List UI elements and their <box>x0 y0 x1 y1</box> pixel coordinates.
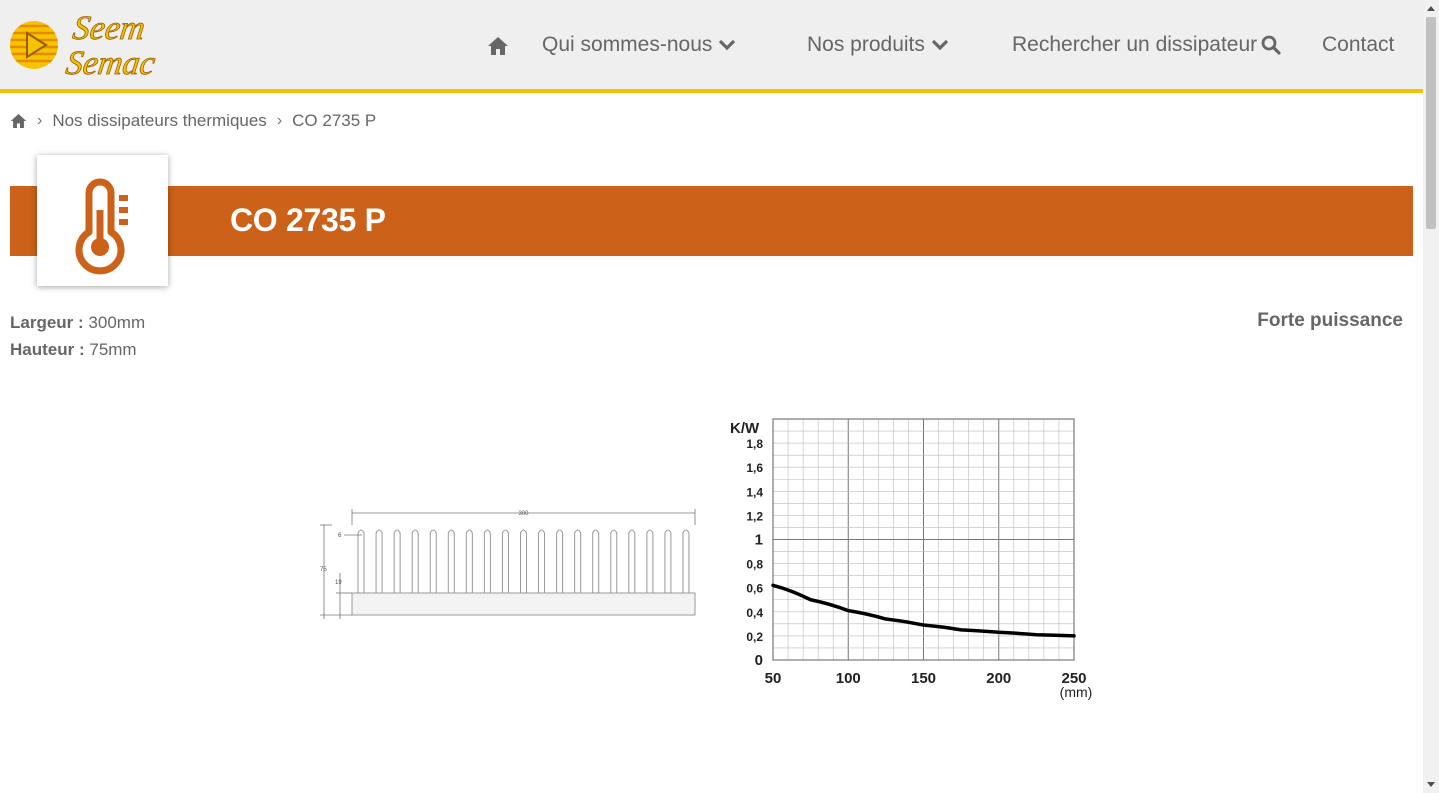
x-tick-label: 50 <box>765 670 782 687</box>
heatsink-fin <box>447 529 455 593</box>
heatsink-base <box>351 592 696 616</box>
spec-hauteur: Hauteur : 75mm <box>10 336 145 363</box>
thermal-resistance-chart: 00,20,40,60,811,21,41,61,850 100 150 200 250… <box>730 418 1093 700</box>
y-tick-label: 1,4 <box>746 485 763 499</box>
heatsink-fin <box>465 529 473 593</box>
logo-line1: Seem <box>71 10 148 47</box>
heatsink-fin <box>501 529 509 593</box>
y-tick-label: 0,6 <box>746 582 763 596</box>
home-icon[interactable] <box>10 113 27 129</box>
heatsink-fin <box>411 529 419 593</box>
product-icon-box <box>37 155 168 286</box>
y-tick-label: 0 <box>755 652 763 669</box>
scroll-up-arrow-icon[interactable] <box>1427 6 1435 11</box>
heatsink-fin <box>682 529 690 593</box>
dimension-label-height: 75 <box>320 567 327 573</box>
product-specs: Largeur : 300mm Hauteur : 75mm <box>10 309 145 363</box>
scroll-down-arrow-icon[interactable] <box>1427 782 1435 787</box>
nav-home[interactable] <box>487 36 509 56</box>
chevron-down-icon <box>931 39 949 51</box>
heatsink-fin <box>357 529 365 593</box>
spec-largeur: Largeur : 300mm <box>10 309 145 336</box>
product-category: Forte puissance <box>1257 310 1403 331</box>
y-tick-label: 1,8 <box>746 437 763 451</box>
scroll-thumb[interactable] <box>1426 17 1436 229</box>
y-tick-label: 0,8 <box>746 558 763 572</box>
chevron-down-icon <box>719 39 736 51</box>
spec-value: 300mm <box>88 313 146 332</box>
spec-label: Largeur : <box>10 313 84 332</box>
heatsink-fin <box>610 529 618 593</box>
heatsink-fin <box>375 529 383 593</box>
breadcrumb: › Nos dissipateurs thermiques › CO 2735 … <box>10 111 376 131</box>
page-title: CO 2735 P <box>230 202 386 238</box>
breadcrumb-link-dissipateurs[interactable]: Nos dissipateurs thermiques <box>52 111 266 131</box>
y-tick-label: 1,2 <box>746 509 763 523</box>
heatsink-fin <box>393 529 401 593</box>
heatsink-profile-drawing: 300 75 19 6 <box>320 509 696 619</box>
heatsink-fin <box>646 529 654 593</box>
x-tick-label: 150 <box>911 670 936 687</box>
spec-value: 75mm <box>89 340 137 359</box>
nav-contact-label: Contact <box>1322 33 1395 56</box>
x-axis-label: (mm) <box>1060 684 1093 700</box>
heatsink-fin <box>429 529 437 593</box>
heatsink-fin <box>556 529 564 593</box>
dimension-label-base: 19 <box>335 580 342 586</box>
nav-qui-sommes-nous[interactable]: Qui sommes-nous <box>542 33 736 57</box>
nav-rechercher[interactable]: Rechercher un dissipateur <box>1012 33 1281 57</box>
nav-produits-label: Nos produits <box>807 33 925 56</box>
thermometer-icon <box>75 178 128 275</box>
search-icon <box>1261 35 1281 55</box>
heatsink-fin <box>628 529 636 593</box>
y-tick-label: 0,2 <box>746 630 763 644</box>
spec-label: Hauteur : <box>10 340 85 359</box>
product-title-bar: CO 2735 P <box>10 186 1413 256</box>
breadcrumb-current: CO 2735 P <box>292 111 377 130</box>
breadcrumb-separator: › <box>276 112 283 129</box>
dimension-label-gap: 6 <box>338 533 342 539</box>
heatsink-fin <box>574 529 582 593</box>
logo-line2: Semac <box>64 45 158 80</box>
y-tick-label: 1,6 <box>746 461 763 475</box>
page-scrollbar[interactable] <box>1423 0 1439 793</box>
site-logo[interactable]: Seem Semac <box>8 8 168 80</box>
heatsink-fin <box>483 529 491 593</box>
x-tick-label: 100 <box>836 670 861 687</box>
heatsink-fin <box>520 529 527 593</box>
nav-rechercher-label: Rechercher un dissipateur <box>1012 33 1258 56</box>
x-tick-label: 200 <box>986 670 1011 687</box>
nav-contact[interactable]: Contact <box>1322 33 1394 57</box>
heatsink-fin <box>592 529 600 593</box>
nav-qui-label: Qui sommes-nous <box>542 33 713 56</box>
breadcrumb-separator: › <box>37 112 43 129</box>
heatsink-fin <box>664 529 672 593</box>
home-icon <box>488 37 508 55</box>
dimension-label-width: 300 <box>518 511 529 517</box>
site-header: Seem Semac Qui sommes-nous Nos produits … <box>0 0 1423 93</box>
nav-nos-produits[interactable]: Nos produits <box>807 33 949 57</box>
y-axis-label: K/W <box>730 420 760 437</box>
heatsink-fin <box>538 529 546 593</box>
y-tick-label: 1 <box>755 532 763 549</box>
y-tick-label: 0,4 <box>746 606 763 620</box>
